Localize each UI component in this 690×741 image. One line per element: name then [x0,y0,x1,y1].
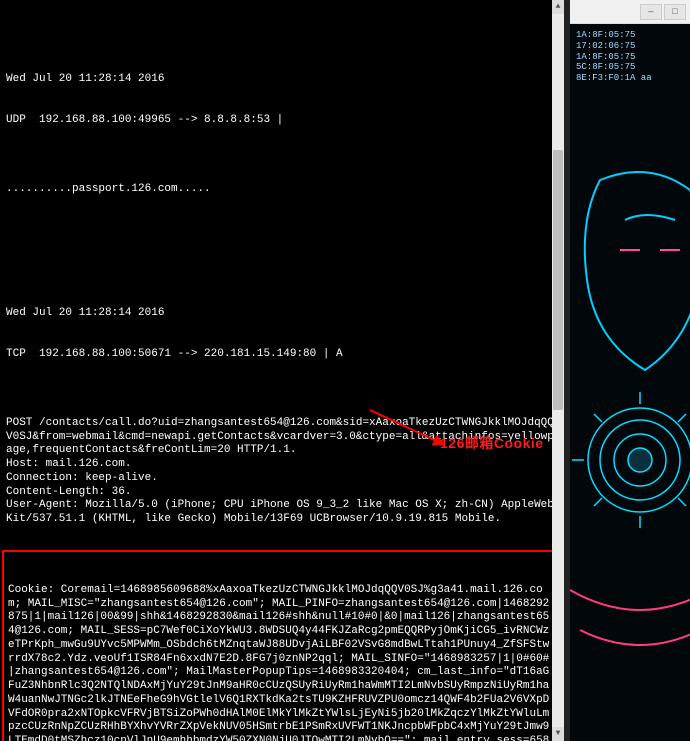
packet-block-udp: Wed Jul 20 11:28:14 2016 UDP 192.168.88.… [6,45,554,224]
scroll-up-button[interactable]: ▲ [552,0,564,14]
hex-readout: 1A:8F:05:75 17:02:06:75 1A:8F:05:75 5C:8… [570,24,690,90]
dns-payload: ..........passport.126.com..... [6,183,554,197]
timestamp: Wed Jul 20 11:28:14 2016 [6,307,554,321]
minimize-button[interactable]: — [640,4,662,20]
window-titlebar[interactable]: — □ [570,0,690,24]
futuristic-hud-graphic [540,160,690,720]
tcp-flow-line: TCP 192.168.88.100:50671 --> 220.181.15.… [6,348,554,362]
cookie-header: Cookie: Coremail=1468985609688%xAaxoaTke… [4,582,556,741]
http-request-headers: POST /contacts/call.do?uid=zhangsantest6… [6,417,554,527]
secondary-window: — □ 1A:8F:05:75 17:02:06:75 1A:8F:05:75 … [570,0,690,741]
udp-flow-line: UDP 192.168.88.100:49965 --> 8.8.8.8:53 … [6,114,554,128]
cookie-highlight-box: Cookie: Coremail=1468985609688%xAaxoaTke… [2,550,558,741]
timestamp: Wed Jul 20 11:28:14 2016 [6,73,554,87]
packet-capture-terminal: Wed Jul 20 11:28:14 2016 UDP 192.168.88.… [0,0,560,741]
maximize-button[interactable]: □ [664,4,686,20]
annotation-label: 126邮箱Cookie [440,435,544,453]
scroll-down-button[interactable]: ▼ [552,727,564,741]
packet-block-tcp-1: Wed Jul 20 11:28:14 2016 TCP 192.168.88.… [6,279,554,741]
